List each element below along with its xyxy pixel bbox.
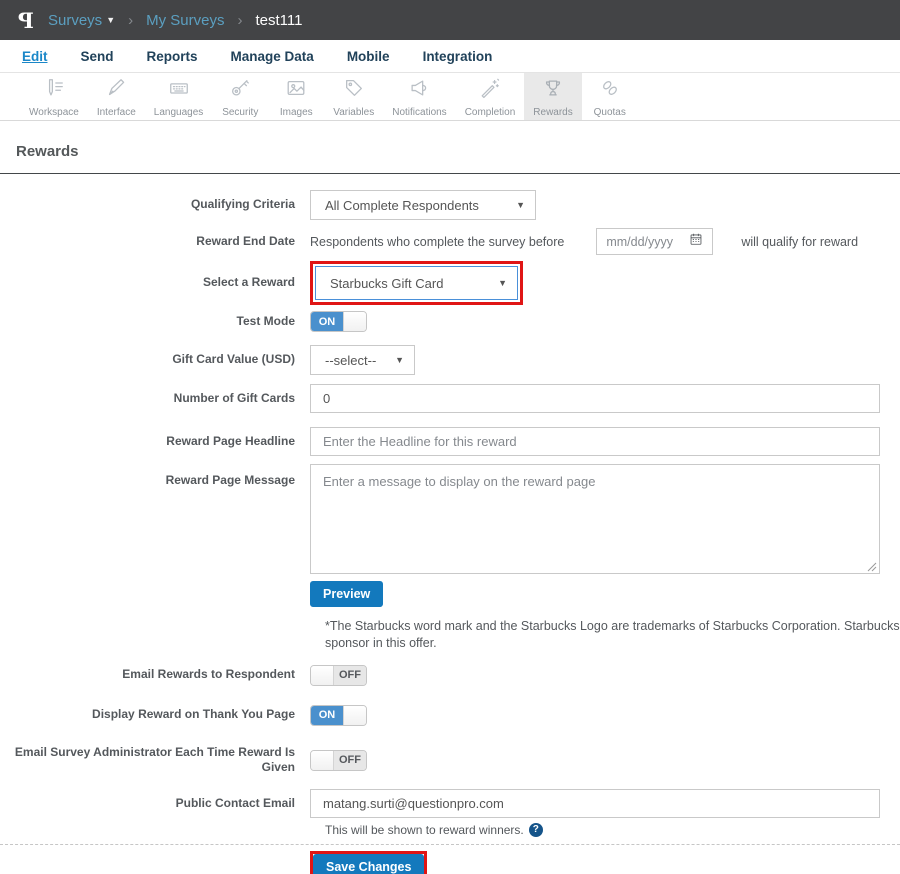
breadcrumb-separator-icon: › <box>125 12 136 29</box>
contact-email-helper-text: This will be shown to reward winners. <box>325 823 524 837</box>
email-rewards-toggle[interactable]: OFF <box>310 665 367 686</box>
end-date-suffix-text: will qualify for reward <box>741 235 858 249</box>
toggle-knob <box>311 666 334 685</box>
gift-card-value-label: Gift Card Value (USD) <box>0 352 310 368</box>
email-rewards-label: Email Rewards to Respondent <box>0 667 310 683</box>
tab-send[interactable]: Send <box>81 49 114 64</box>
reward-page-message-textarea[interactable] <box>310 464 880 574</box>
annotation-highlight-box: Starbucks Gift Card ▼ <box>310 261 523 305</box>
test-mode-toggle[interactable]: ON <box>310 311 367 332</box>
toolbar-item-completion[interactable]: Completion <box>456 73 525 120</box>
pen-icon <box>105 77 127 104</box>
reward-end-date-label: Reward End Date <box>0 234 310 250</box>
preview-button[interactable]: Preview <box>310 581 383 607</box>
select-reward-select[interactable]: Starbucks Gift Card ▼ <box>315 266 518 300</box>
key-icon <box>229 77 251 104</box>
toolbar-item-quotas[interactable]: Quotas <box>582 73 638 120</box>
toolbar-item-languages[interactable]: Languages <box>145 73 213 120</box>
megaphone-icon <box>408 77 430 104</box>
main-tab-bar: Edit Send Reports Manage Data Mobile Int… <box>0 40 900 73</box>
breadcrumb-survey-name: test111 <box>255 12 302 29</box>
heading-divider <box>0 173 900 174</box>
qualifying-criteria-label: Qualifying Criteria <box>0 197 310 213</box>
annotation-highlight-box: Save Changes <box>310 851 427 874</box>
trophy-icon <box>542 77 564 104</box>
tab-edit[interactable]: Edit <box>22 49 48 64</box>
reward-page-headline-label: Reward Page Headline <box>0 434 310 450</box>
save-changes-button[interactable]: Save Changes <box>313 854 424 874</box>
public-contact-email-label: Public Contact Email <box>0 796 310 812</box>
top-navigation-bar: P Surveys▼ › My Surveys › test111 <box>0 0 900 40</box>
chevron-down-icon: ▼ <box>106 15 115 25</box>
number-of-gift-cards-label: Number of Gift Cards <box>0 391 310 407</box>
display-reward-label: Display Reward on Thank You Page <box>0 707 310 723</box>
tab-reports[interactable]: Reports <box>147 49 198 64</box>
select-reward-label: Select a Reward <box>0 275 310 291</box>
image-icon <box>285 77 307 104</box>
caret-down-icon: ▼ <box>395 355 404 365</box>
breadcrumb-surveys[interactable]: Surveys▼ <box>48 12 115 29</box>
tab-integration[interactable]: Integration <box>423 49 493 64</box>
toolbar-item-rewards[interactable]: Rewards <box>524 73 581 120</box>
edit-sections-toolbar: Workspace Interface Languages Security I… <box>0 73 900 121</box>
tab-mobile[interactable]: Mobile <box>347 49 390 64</box>
questionpro-logo[interactable]: P <box>14 8 38 33</box>
page-title: Rewards <box>16 143 900 160</box>
pencil-list-icon <box>43 77 65 104</box>
toggle-knob <box>343 312 366 331</box>
rewards-form: Qualifying Criteria All Complete Respond… <box>0 190 900 874</box>
display-reward-toggle[interactable]: ON <box>310 705 367 726</box>
tag-icon <box>343 77 365 104</box>
caret-down-icon: ▼ <box>498 278 507 288</box>
tab-manage-data[interactable]: Manage Data <box>231 49 314 64</box>
toolbar-item-security[interactable]: Security <box>212 73 268 120</box>
email-admin-label: Email Survey Administrator Each Time Rew… <box>0 745 310 776</box>
caret-down-icon: ▼ <box>516 200 525 210</box>
reward-page-message-label: Reward Page Message <box>0 464 310 489</box>
number-of-gift-cards-input[interactable] <box>310 384 880 413</box>
chain-links-icon <box>599 77 621 104</box>
email-admin-toggle[interactable]: OFF <box>310 750 367 771</box>
end-date-prefix-text: Respondents who complete the survey befo… <box>310 235 564 249</box>
gift-card-value-select[interactable]: --select-- ▼ <box>310 345 415 375</box>
reward-page-headline-input[interactable] <box>310 427 880 456</box>
toolbar-item-notifications[interactable]: Notifications <box>383 73 455 120</box>
toolbar-item-interface[interactable]: Interface <box>88 73 145 120</box>
test-mode-label: Test Mode <box>0 314 310 330</box>
qualifying-criteria-select[interactable]: All Complete Respondents ▼ <box>310 190 536 220</box>
toggle-knob <box>311 751 334 770</box>
keyboard-icon <box>168 77 190 104</box>
public-contact-email-input[interactable] <box>310 789 880 818</box>
toolbar-item-variables[interactable]: Variables <box>324 73 383 120</box>
help-question-icon[interactable]: ? <box>529 823 543 837</box>
reward-end-date-input[interactable]: mm/dd/yyyy <box>596 228 713 255</box>
breadcrumb-separator-icon: › <box>234 12 245 29</box>
resize-grip-icon[interactable] <box>867 559 877 569</box>
toolbar-item-images[interactable]: Images <box>268 73 324 120</box>
calendar-icon[interactable] <box>689 232 703 251</box>
dashed-divider <box>0 844 900 845</box>
toggle-knob <box>343 706 366 725</box>
toolbar-item-workspace[interactable]: Workspace <box>20 73 88 120</box>
starbucks-disclaimer-text: *The Starbucks word mark and the Starbuc… <box>325 618 900 652</box>
breadcrumb-my-surveys[interactable]: My Surveys <box>146 12 224 29</box>
magic-wand-icon <box>479 77 501 104</box>
